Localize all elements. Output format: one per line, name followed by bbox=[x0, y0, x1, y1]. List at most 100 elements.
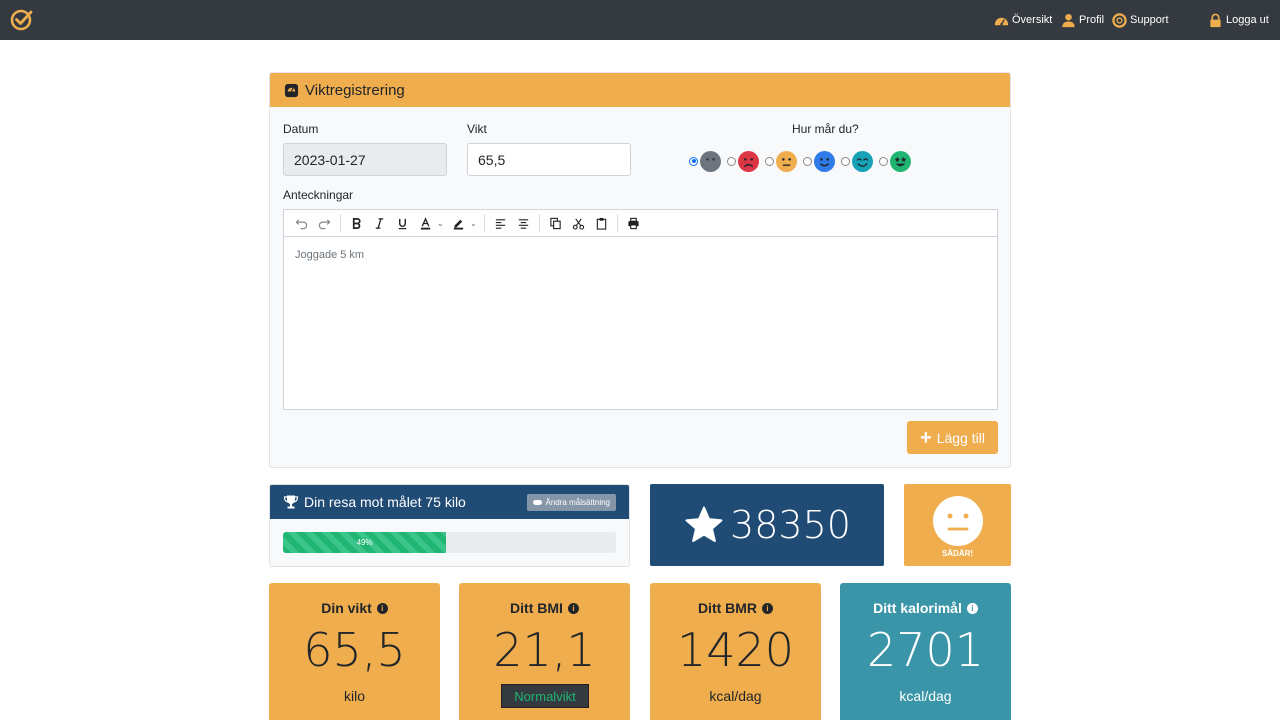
date-field[interactable]: 2023-01-27 bbox=[283, 143, 447, 176]
weight-input[interactable]: 65,5 bbox=[467, 143, 631, 176]
align-center-button[interactable] bbox=[512, 213, 535, 233]
chevron-down-icon[interactable]: ⌄ bbox=[437, 219, 447, 228]
notes-label: Anteckningar bbox=[283, 188, 354, 202]
toolbar-divider bbox=[617, 214, 618, 232]
notes-content[interactable]: Joggade 5 km bbox=[284, 237, 997, 273]
weight-stat-title: Din vikt i bbox=[269, 600, 440, 616]
align-left-button[interactable] bbox=[489, 213, 512, 233]
info-icon[interactable]: i bbox=[567, 602, 579, 614]
bold-icon bbox=[352, 217, 361, 229]
mood-today-box: SÅDÄR! bbox=[904, 484, 1011, 566]
bmi-stat-value: 21,1 bbox=[493, 623, 596, 677]
change-goal-label: Ändra målsättning bbox=[545, 498, 610, 507]
mood-selector bbox=[689, 149, 917, 173]
top-navbar: Översikt Profil Support Logga ut bbox=[0, 0, 1280, 40]
nav-logout-label: Logga ut bbox=[1226, 14, 1269, 26]
print-button[interactable] bbox=[622, 213, 645, 233]
add-entry-label: Lägg till bbox=[936, 429, 985, 446]
bmi-stat-title-text: Ditt BMI bbox=[510, 600, 563, 616]
info-icon[interactable]: i bbox=[966, 602, 978, 614]
nav-overview[interactable]: Översikt bbox=[994, 12, 1052, 28]
highlight-button[interactable] bbox=[447, 213, 470, 233]
printer-icon bbox=[628, 217, 639, 229]
redo-icon bbox=[318, 218, 331, 229]
underline-button[interactable] bbox=[391, 213, 414, 233]
nav-logout[interactable]: Logga ut bbox=[1208, 12, 1269, 28]
weight-stat-title-text: Din vikt bbox=[321, 600, 372, 616]
redo-button[interactable] bbox=[313, 213, 336, 233]
mood-option-happy[interactable] bbox=[841, 150, 873, 172]
nav-profile-label: Profil bbox=[1079, 14, 1105, 26]
calorie-stat-value: 2701 bbox=[866, 623, 985, 677]
plus-icon: + bbox=[920, 426, 932, 449]
happy-face-icon bbox=[852, 150, 873, 172]
mood-option-grin[interactable] bbox=[879, 150, 911, 172]
points-box: 38350 bbox=[650, 484, 884, 566]
meh-face-icon bbox=[932, 496, 983, 546]
points-value: 38350 bbox=[730, 503, 851, 547]
smile-face-icon bbox=[814, 150, 835, 172]
lock-icon bbox=[1210, 13, 1221, 27]
bmr-stat-title: Ditt BMR i bbox=[650, 600, 821, 616]
mood-radio[interactable] bbox=[841, 156, 850, 166]
mood-radio[interactable] bbox=[689, 156, 698, 166]
paste-button[interactable] bbox=[590, 213, 613, 233]
mood-label: Hur mår du? bbox=[792, 122, 859, 136]
weight-registration-card: Viktregistrering Datum 2023-01-27 Vikt 6… bbox=[269, 72, 1011, 468]
nav-support-label: Support bbox=[1130, 14, 1169, 26]
mood-radio[interactable] bbox=[727, 156, 736, 166]
calorie-stat-title: Ditt kalorimål i bbox=[840, 600, 1011, 616]
chevron-down-icon[interactable]: ⌄ bbox=[470, 219, 480, 228]
weight-registration-title: Viktregistrering bbox=[305, 81, 405, 99]
align-center-icon bbox=[518, 218, 529, 229]
bold-button[interactable] bbox=[345, 213, 368, 233]
copy-button[interactable] bbox=[544, 213, 567, 233]
nav-profile[interactable]: Profil bbox=[1061, 12, 1104, 28]
toolbar-divider bbox=[484, 214, 485, 232]
text-color-button[interactable] bbox=[414, 213, 437, 233]
toolbar-divider bbox=[340, 214, 341, 232]
bmr-stat-title-text: Ditt BMR bbox=[697, 600, 758, 616]
bmr-stat-unit: kcal/dag bbox=[709, 688, 762, 704]
undo-button[interactable] bbox=[290, 213, 313, 233]
bmi-stat-title: Ditt BMI i bbox=[459, 600, 630, 616]
lifebuoy-icon bbox=[1112, 12, 1127, 28]
editor-toolbar: ⌄ ⌄ bbox=[284, 210, 997, 237]
weight-stat-value: 65,5 bbox=[303, 623, 406, 677]
align-left-icon bbox=[495, 218, 506, 229]
notes-editor: ⌄ ⌄ Joggade 5 km bbox=[283, 209, 998, 410]
bmi-status-badge: Normalvikt bbox=[501, 684, 589, 708]
user-icon bbox=[1062, 13, 1075, 27]
mood-option-neutral[interactable] bbox=[689, 150, 721, 172]
scale-icon bbox=[284, 83, 299, 97]
info-icon[interactable]: i bbox=[762, 602, 774, 614]
bmr-stat-card: Ditt BMR i 1420 kcal/dag bbox=[650, 583, 821, 720]
bmr-stat-value: 1420 bbox=[676, 623, 795, 677]
highlighter-icon bbox=[453, 219, 464, 230]
change-goal-button[interactable]: Ändra målsättning bbox=[526, 494, 616, 511]
neutral-face-icon bbox=[700, 150, 721, 172]
check-circle-logo-icon[interactable] bbox=[10, 8, 34, 32]
mood-option-meh[interactable] bbox=[765, 150, 797, 172]
info-icon[interactable]: i bbox=[376, 602, 388, 614]
mood-radio[interactable] bbox=[765, 156, 774, 166]
add-entry-button[interactable]: + Lägg till bbox=[907, 421, 998, 454]
clipboard-icon bbox=[596, 217, 607, 230]
date-label: Datum bbox=[283, 122, 319, 136]
mood-option-smile[interactable] bbox=[803, 150, 835, 172]
mood-today-label: SÅDÄR! bbox=[941, 549, 974, 558]
weight-stat-unit: kilo bbox=[343, 688, 365, 704]
mood-radio[interactable] bbox=[803, 156, 812, 166]
mood-option-sad[interactable] bbox=[727, 150, 759, 172]
mood-radio[interactable] bbox=[879, 156, 888, 166]
scissors-icon bbox=[572, 218, 585, 230]
weight-label: Vikt bbox=[467, 122, 487, 136]
italic-button[interactable] bbox=[368, 213, 391, 233]
nav-support[interactable]: Support bbox=[1112, 12, 1169, 28]
goal-header: Din resa mot målet 75 kilo Ändra målsätt… bbox=[270, 485, 629, 519]
italic-icon bbox=[375, 217, 384, 229]
calorie-stat-unit: kcal/dag bbox=[899, 688, 952, 704]
goal-progress-card: Din resa mot målet 75 kilo Ändra målsätt… bbox=[269, 484, 630, 567]
calorie-stat-title-text: Ditt kalorimål bbox=[873, 600, 962, 616]
cut-button[interactable] bbox=[567, 213, 590, 233]
